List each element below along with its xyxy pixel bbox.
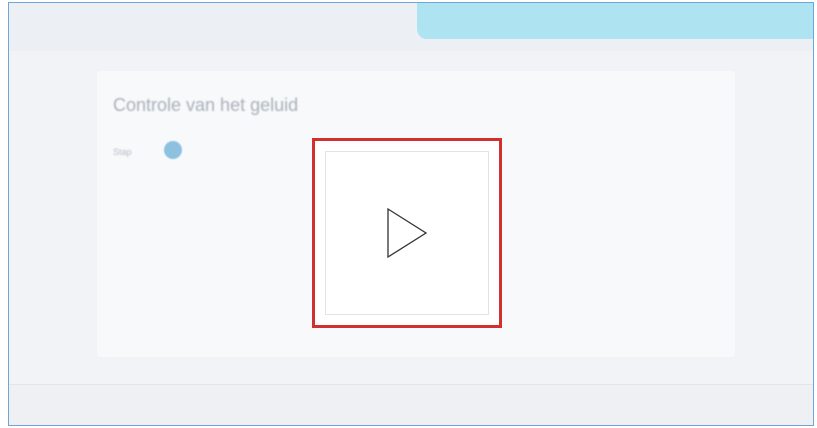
step-label: Stap xyxy=(113,147,132,157)
video-player-highlight xyxy=(312,138,502,328)
video-player[interactable] xyxy=(325,151,489,315)
top-bar xyxy=(9,3,813,51)
notification-banner xyxy=(417,3,813,39)
play-icon[interactable] xyxy=(384,206,430,260)
bottom-bar xyxy=(9,384,813,425)
step-indicator xyxy=(164,141,182,159)
card-title: Controle van het geluid xyxy=(113,95,299,115)
